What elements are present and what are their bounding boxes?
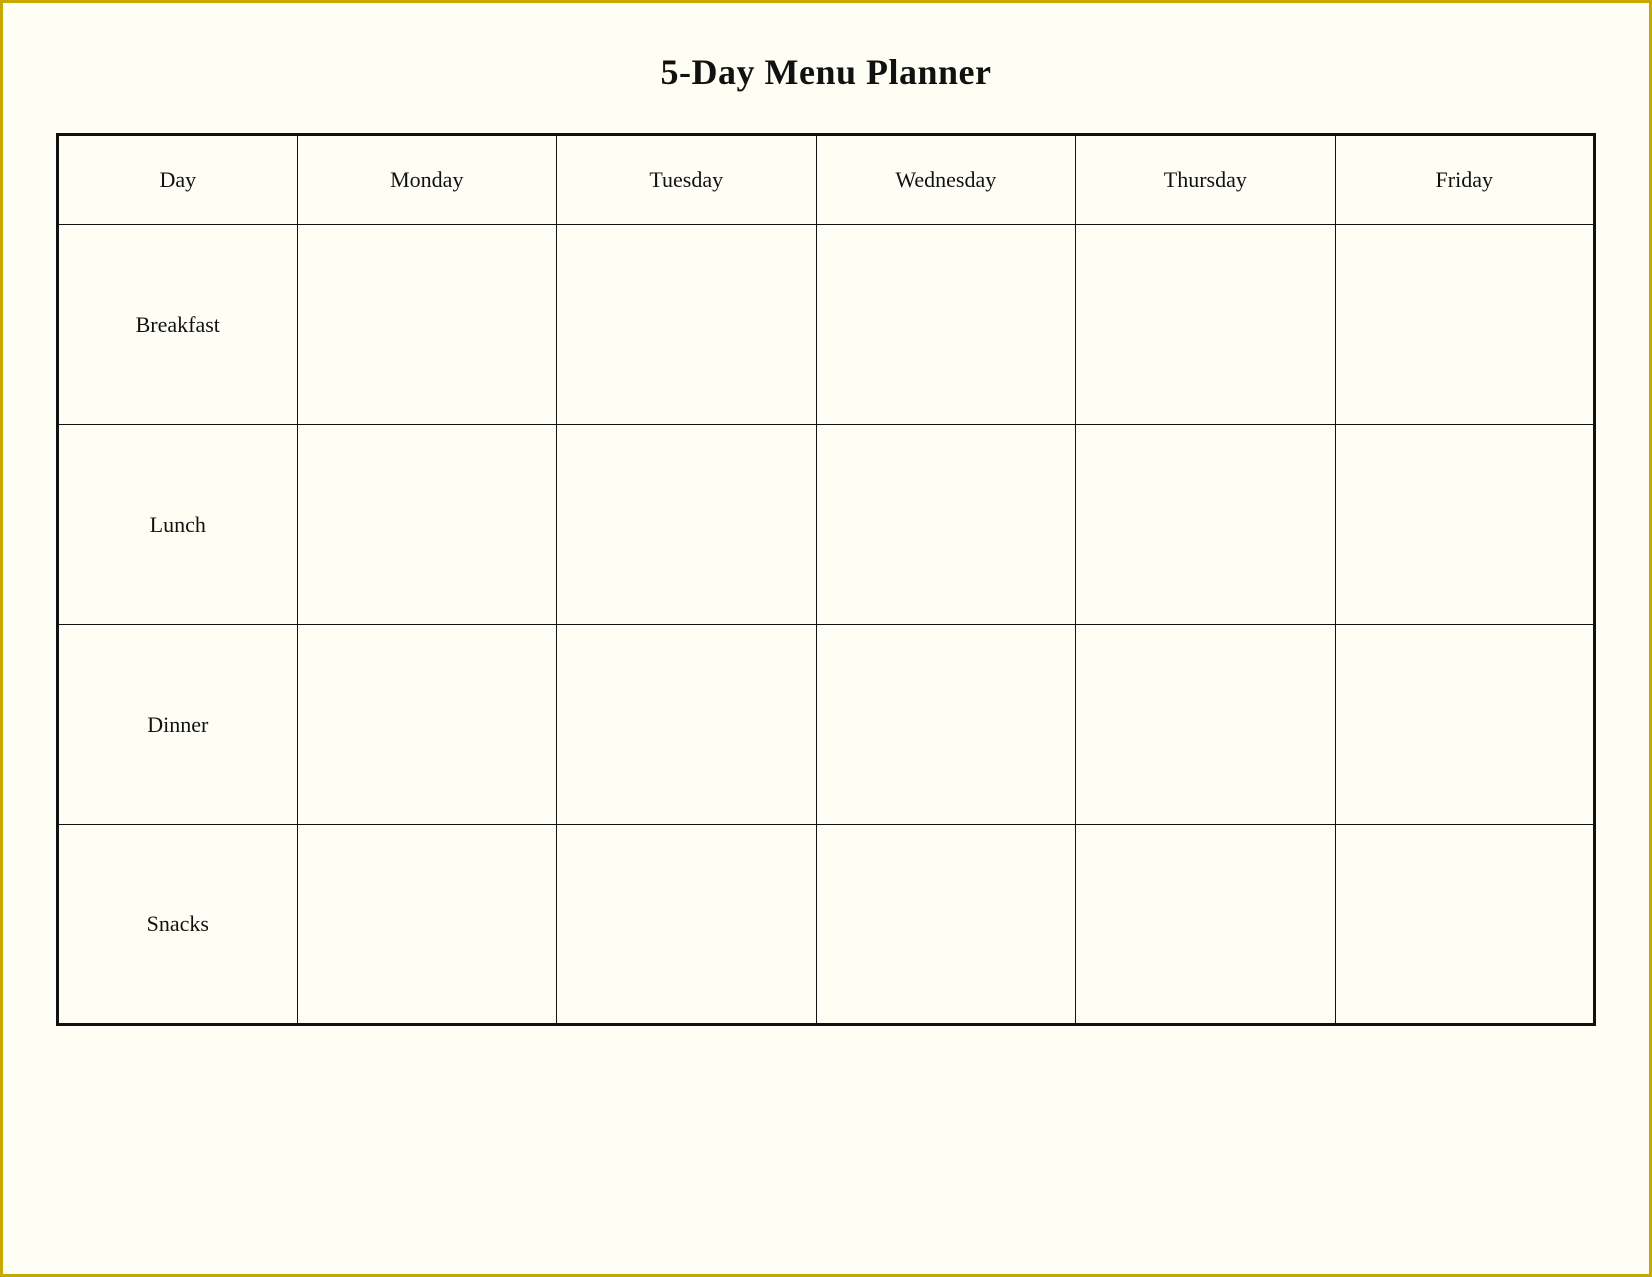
meal-label-dinner: Dinner xyxy=(58,625,298,825)
meal-cell[interactable] xyxy=(816,825,1076,1025)
meal-cell[interactable] xyxy=(297,825,556,1025)
header-day: Day xyxy=(58,135,298,225)
meal-cell[interactable] xyxy=(816,625,1076,825)
meal-label-breakfast: Breakfast xyxy=(58,225,298,425)
meal-cell[interactable] xyxy=(1335,425,1594,625)
meal-cell[interactable] xyxy=(1335,625,1594,825)
meal-label-lunch: Lunch xyxy=(58,425,298,625)
meal-cell[interactable] xyxy=(816,225,1076,425)
meal-cell[interactable] xyxy=(1076,425,1336,625)
table-row: Breakfast xyxy=(58,225,1595,425)
meal-cell[interactable] xyxy=(297,425,556,625)
page-title: 5-Day Menu Planner xyxy=(661,51,992,93)
meal-cell[interactable] xyxy=(557,425,816,625)
meal-cell[interactable] xyxy=(1076,625,1336,825)
header-thursday: Thursday xyxy=(1076,135,1336,225)
meal-cell[interactable] xyxy=(297,225,556,425)
menu-planner-table: Day Monday Tuesday Wednesday Thursday Fr… xyxy=(56,133,1596,1026)
header-row: Day Monday Tuesday Wednesday Thursday Fr… xyxy=(58,135,1595,225)
meal-cell[interactable] xyxy=(816,425,1076,625)
header-wednesday: Wednesday xyxy=(816,135,1076,225)
meal-cell[interactable] xyxy=(557,825,816,1025)
meal-label-snacks: Snacks xyxy=(58,825,298,1025)
table-row: Snacks xyxy=(58,825,1595,1025)
header-friday: Friday xyxy=(1335,135,1594,225)
meal-cell[interactable] xyxy=(297,625,556,825)
meal-cell[interactable] xyxy=(1076,225,1336,425)
meal-cell[interactable] xyxy=(1335,825,1594,1025)
meal-cell[interactable] xyxy=(1335,225,1594,425)
meal-cell[interactable] xyxy=(1076,825,1336,1025)
header-monday: Monday xyxy=(297,135,556,225)
table-row: Lunch xyxy=(58,425,1595,625)
meal-cell[interactable] xyxy=(557,625,816,825)
table-row: Dinner xyxy=(58,625,1595,825)
header-tuesday: Tuesday xyxy=(557,135,816,225)
meal-cell[interactable] xyxy=(557,225,816,425)
